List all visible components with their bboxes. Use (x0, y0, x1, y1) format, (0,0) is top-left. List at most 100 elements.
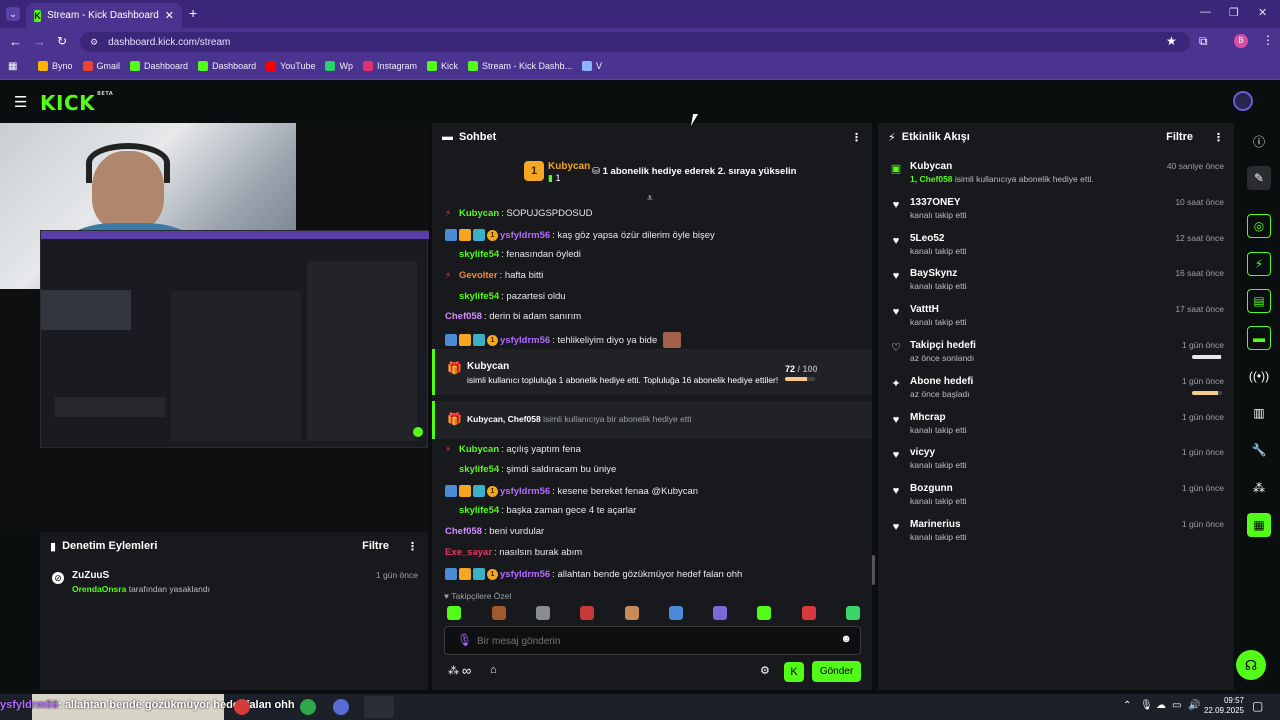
activity-item[interactable]: ♥ Mhcrap kanalı takip etti 1 gün önce (888, 412, 1224, 446)
chat-username[interactable]: ysfyldrm56 (500, 569, 550, 580)
emote-icon[interactable] (757, 606, 771, 620)
gift-user[interactable]: Kubycan (467, 361, 509, 372)
chat-username[interactable]: skylife54 (459, 291, 499, 302)
activity-item[interactable]: ♥ VatttH kanalı takip etti 17 saat önce (888, 304, 1224, 338)
emote-icon[interactable] (669, 606, 683, 620)
activity-item[interactable]: ♡ Takipçi hedefi az önce sonlandı 1 gün önc… (888, 340, 1224, 374)
bookmark-item[interactable]: Gmail (82, 61, 120, 71)
chat-input-box[interactable]: 🎙 ☻ (444, 626, 861, 655)
bookmark-item[interactable]: Stream - Kick Dashb... (468, 61, 572, 71)
bookmark-item[interactable]: Dashboard (130, 61, 188, 71)
send-button[interactable]: Gönder (812, 661, 861, 682)
clapper-icon[interactable]: ▦ (1247, 513, 1271, 537)
kick-emote-icon[interactable]: K (784, 662, 804, 682)
bookmark-item[interactable]: V (582, 61, 602, 71)
chat-message-input[interactable] (477, 632, 817, 650)
microphone-icon[interactable]: 🎙 (457, 633, 472, 647)
tray-mic-icon[interactable]: 🎙 (1140, 700, 1153, 711)
tray-network-icon[interactable]: ▭ (1172, 700, 1181, 711)
activity-item[interactable]: ♥ BaySkynz kanalı takip etti 16 saat önce (888, 268, 1224, 302)
activity-item[interactable]: ✦ Abone hedefi az önce başladı 1 gün önce (888, 376, 1224, 410)
layers-icon[interactable]: ▥ (1247, 401, 1271, 425)
chat-settings-icon[interactable]: ⚙ (760, 664, 770, 677)
user-avatar[interactable] (1233, 91, 1253, 111)
document-icon[interactable]: ▤ (1247, 289, 1271, 313)
browser-menu-icon[interactable]: ⋮ (1262, 33, 1274, 47)
extensions-icon[interactable]: ⧉ (1199, 34, 1208, 49)
tab-search-icon[interactable]: ⌄ (6, 7, 20, 21)
emoji-picker-icon[interactable]: ☻ (840, 633, 852, 645)
chat-username[interactable]: Kubycan (459, 208, 499, 219)
taskbar-app-icon[interactable] (234, 699, 250, 715)
chat-username[interactable]: Exe_sayar (445, 547, 492, 558)
chat-scrollbar[interactable] (872, 555, 875, 585)
back-icon[interactable]: ← (9, 34, 22, 49)
info-icon[interactable]: ⓘ (1247, 129, 1271, 153)
reload-icon[interactable]: ↻ (57, 34, 67, 48)
chat-username[interactable]: Kubycan (459, 444, 499, 455)
support-headset-icon[interactable]: ☊ (1236, 650, 1266, 680)
share-icon[interactable]: ⁂ (1247, 476, 1271, 500)
bookmark-item[interactable]: Kick (427, 61, 458, 71)
bookmark-item[interactable]: Instagram (362, 61, 417, 71)
forward-icon[interactable]: → (33, 34, 46, 49)
taskbar-clock[interactable]: 09:57 22.09.2025 (1200, 696, 1244, 716)
notifications-icon[interactable]: ▢ (1252, 699, 1263, 713)
moderation-filter-button[interactable]: Filtre (362, 540, 389, 552)
taskbar-app-icon[interactable] (333, 699, 349, 715)
activity-more-icon[interactable]: ⋮ (1213, 131, 1224, 144)
hamburger-menu-icon[interactable]: ☰ (14, 93, 27, 111)
activity-filter-button[interactable]: Filtre (1166, 131, 1193, 143)
bookmark-item[interactable]: Wp (325, 61, 353, 71)
emote-icon[interactable] (713, 606, 727, 620)
activity-item[interactable]: ▣ Kubycan 1, Chef058 isimli kullanıcıya ab… (888, 161, 1224, 195)
moderation-more-icon[interactable]: ⋮ (407, 540, 418, 553)
emote-icon[interactable] (802, 606, 816, 620)
chat-more-icon[interactable]: ⋮ (851, 131, 862, 144)
activity-item[interactable]: ♥ vicyy kanalı takip etti 1 gün önce (888, 447, 1224, 481)
restore-icon[interactable]: ❐ (1229, 6, 1239, 19)
chat-username[interactable]: Gevolter (459, 270, 498, 281)
chat-username[interactable]: skylife54 (459, 249, 499, 260)
collapse-pinned-icon[interactable]: ⩡ (647, 193, 653, 204)
url-field[interactable]: ⚙ dashboard.kick.com/stream (80, 32, 1190, 52)
bookmark-star-icon[interactable]: ★ (1166, 34, 1177, 48)
kick-logo[interactable]: KICK BETA (40, 91, 113, 115)
activity-item[interactable]: ♥ 1337ONEY kanalı takip etti 10 saat önce (888, 197, 1224, 231)
close-tab-icon[interactable]: ✕ (165, 9, 174, 22)
emote-icon[interactable] (447, 606, 461, 620)
emote-icon[interactable] (846, 606, 860, 620)
edit-icon[interactable]: ✎ (1247, 166, 1271, 190)
bookmark-item[interactable]: Byno (38, 61, 73, 71)
chat-username[interactable]: ysfyldrm56 (500, 486, 550, 497)
emote-icon[interactable] (580, 606, 594, 620)
profile-avatar[interactable]: B (1234, 34, 1248, 48)
tray-cloud-icon[interactable]: ☁ (1156, 700, 1166, 711)
tray-volume-icon[interactable]: 🔊 (1188, 700, 1200, 711)
site-info-icon[interactable]: ⚙ (90, 37, 98, 48)
close-window-icon[interactable]: ✕ (1258, 6, 1267, 19)
emote-icon[interactable] (492, 606, 506, 620)
bolt-icon[interactable]: ⚡ (1247, 252, 1271, 276)
moderation-user[interactable]: ZuZuuS (72, 570, 109, 581)
minimize-icon[interactable]: — (1200, 6, 1211, 18)
bookmark-item[interactable]: Dashboard (198, 61, 256, 71)
new-tab-button[interactable]: + (189, 5, 197, 21)
pinned-user[interactable]: Kubycan (548, 161, 590, 172)
taskbar-app-icon[interactable] (300, 699, 316, 715)
chat-username[interactable]: Chef058 (445, 526, 482, 537)
camera-icon[interactable]: ◎ (1247, 214, 1271, 238)
moderator-name[interactable]: OrendaOnsra (72, 584, 126, 594)
shop-icon[interactable]: ⌂ (490, 664, 497, 676)
wrench-icon[interactable]: 🔧 (1247, 438, 1271, 462)
chat-username[interactable]: Chef058 (445, 311, 482, 322)
rewards-icon[interactable]: ⁂ (448, 664, 459, 677)
tray-chevron-icon[interactable]: ⌃ (1123, 700, 1131, 711)
activity-item[interactable]: ♥ 5Leo52 kanalı takip etti 12 saat önce (888, 233, 1224, 267)
emote-icon[interactable] (625, 606, 639, 620)
chat-username[interactable]: ysfyldrm56 (500, 230, 550, 241)
chat-username[interactable]: ysfyldrm56 (500, 335, 550, 346)
taskbar-active-app[interactable] (364, 696, 394, 718)
infinity-icon[interactable]: ∞ (462, 663, 471, 678)
chat-username[interactable]: skylife54 (459, 464, 499, 475)
